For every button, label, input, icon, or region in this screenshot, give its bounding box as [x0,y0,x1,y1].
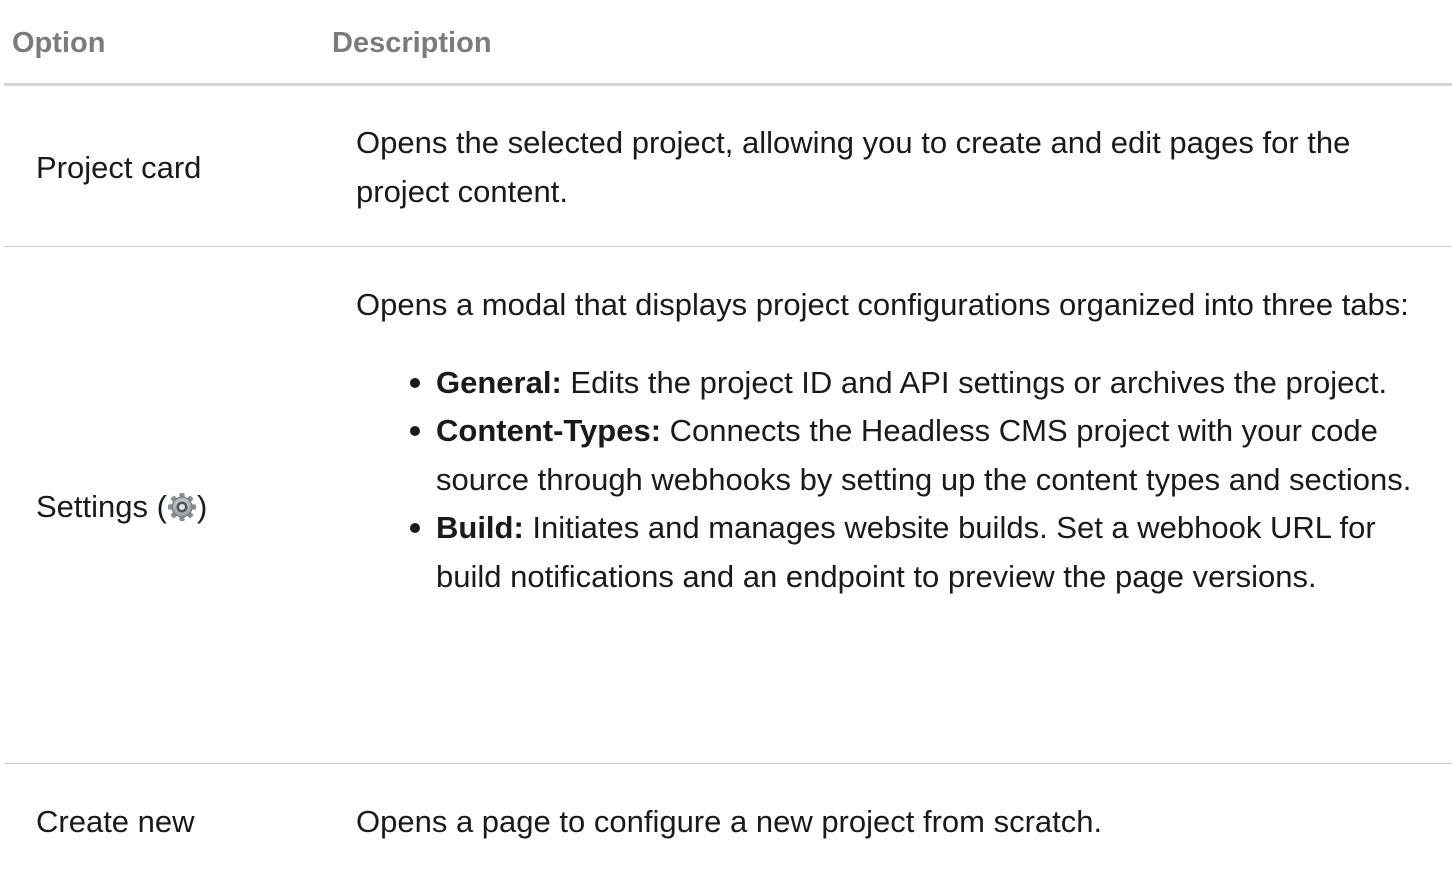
description-cell: Opens the selected project, allowing you… [356,119,1436,216]
table-row: Create new Opens a page to configure a n… [4,764,1452,877]
list-item-term: Build: [436,510,524,545]
table-row: Settings () Opens a modal that displays… [4,247,1452,764]
tabs-list: General: Edits the project ID and API se… [356,359,1436,602]
description-cell: Opens a modal that displays project conf… [356,281,1436,601]
gear-icon [167,492,197,522]
list-item: Content-Types: Connects the Headless CMS… [410,407,1436,504]
description-text: Opens a page to configure a new project … [356,804,1103,839]
list-item: Build: Initiates and manages website bui… [410,504,1436,601]
list-item-term: General: [436,364,562,400]
table-header: Option Description [4,0,1452,86]
option-cell: Project card [36,150,202,185]
list-item: General: Edits the project ID and API se… [410,359,1436,408]
description-cell: Opens a page to configure a new project … [356,798,1436,847]
list-item-text: Initiates and manages website builds. Se… [436,510,1376,594]
column-header-option: Option [12,27,106,59]
option-label: Settings ( [36,489,167,524]
description-text: Opens the selected project, allowing you… [356,125,1351,209]
option-cell: Create new [36,804,195,839]
list-item-text: Edits the project ID and API settings or… [561,364,1388,400]
column-header-description: Description [332,27,492,59]
option-cell: Settings () [36,487,207,527]
options-table: Option Description Project card Opens th… [0,0,1452,877]
option-label-suffix: ) [196,489,208,524]
list-item-term: Content-Types: [436,413,662,448]
table-row: Project card Opens the selected project,… [4,86,1452,247]
description-intro: Opens a modal that displays project conf… [356,287,1409,322]
